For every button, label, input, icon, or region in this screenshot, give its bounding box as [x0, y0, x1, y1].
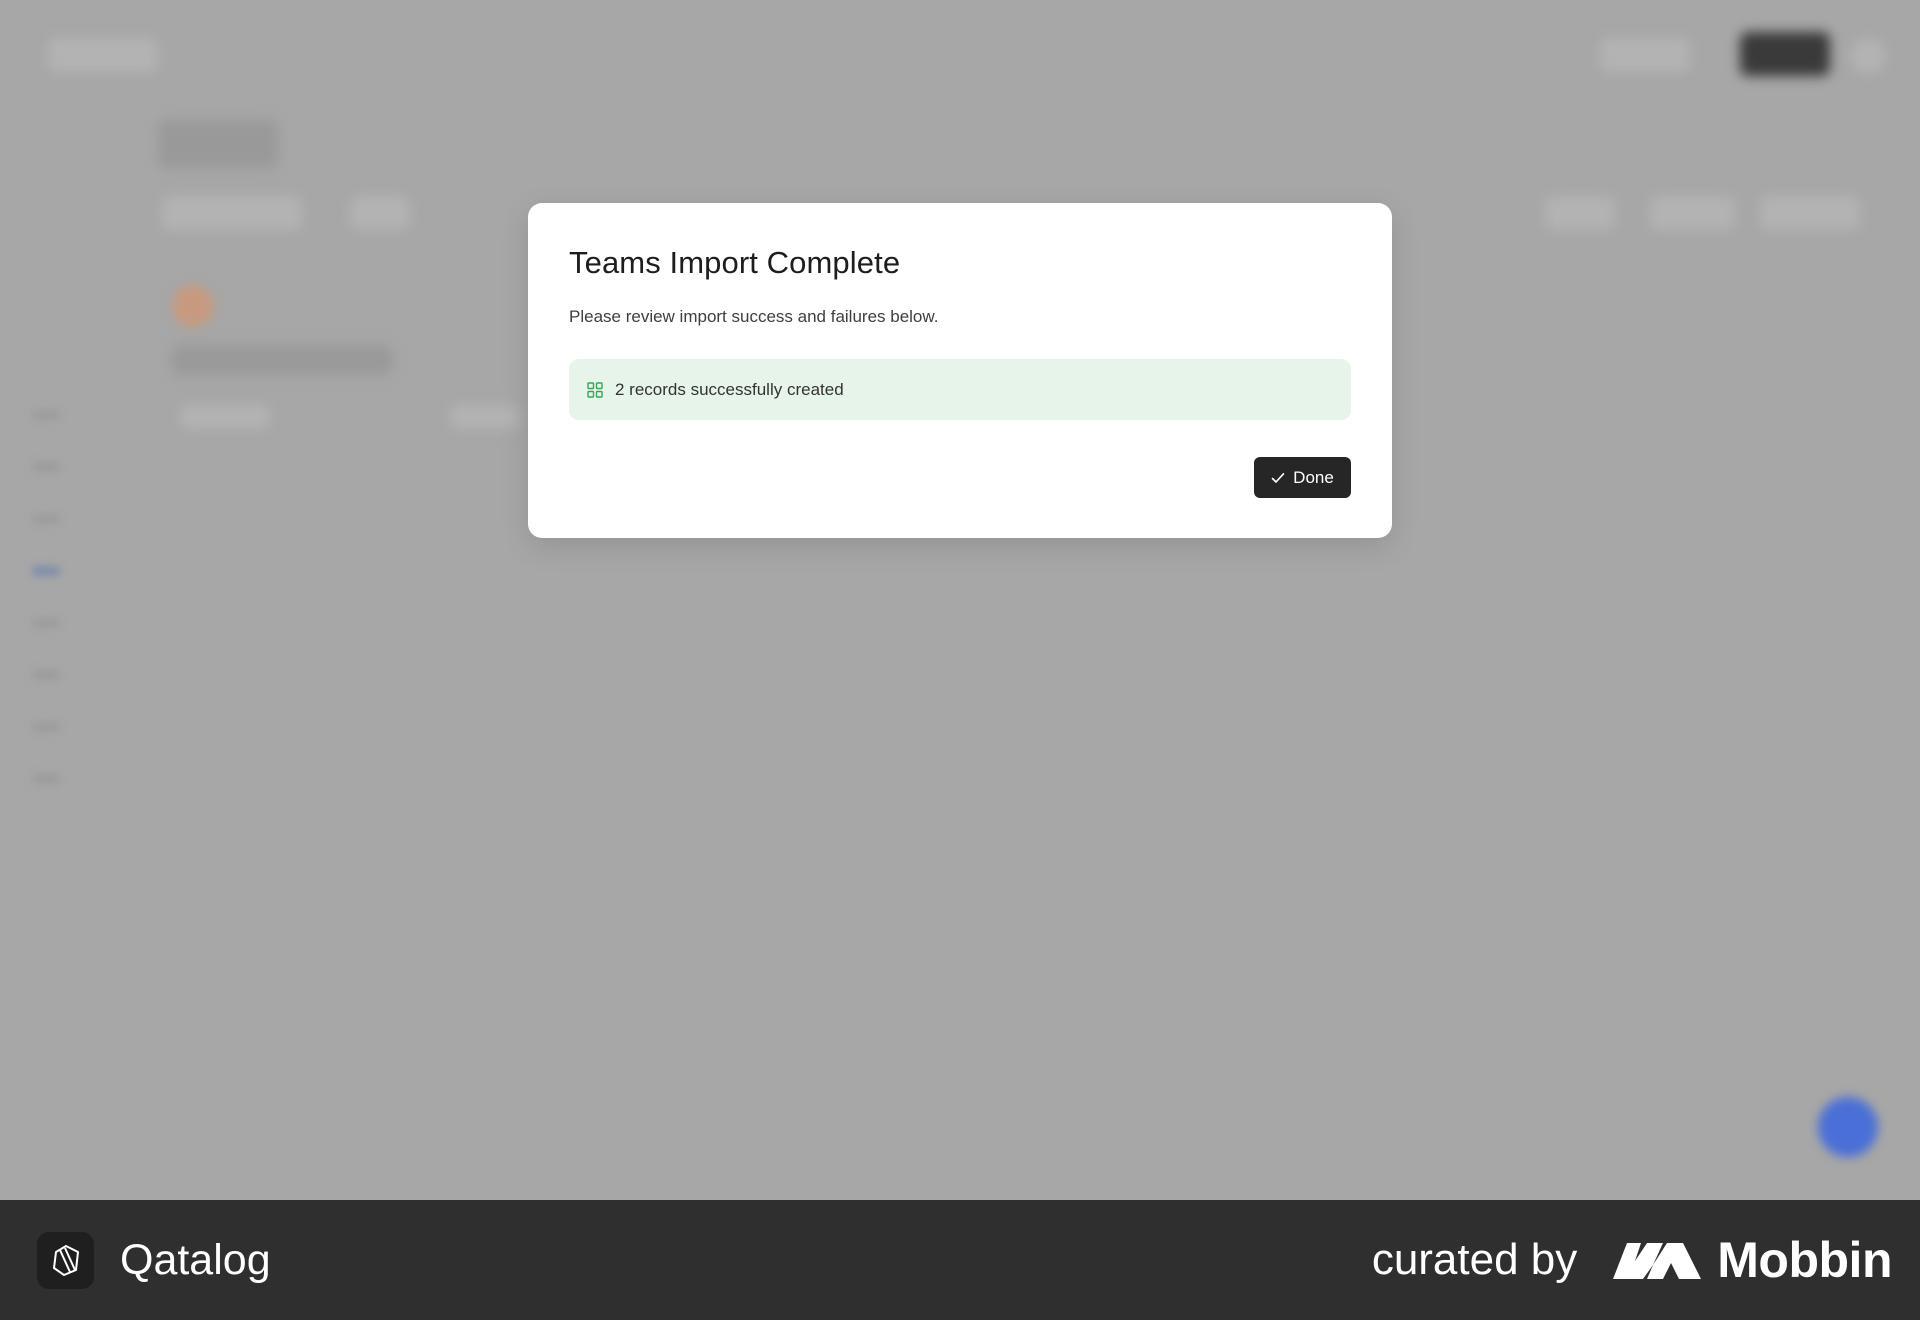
bg-sidebar-item	[32, 410, 60, 420]
bg-team-meta	[180, 405, 270, 429]
footer-bar: Qatalog curated by Mobbin	[0, 1200, 1920, 1320]
curator-brand: curated by Mobbin	[1371, 1231, 1893, 1289]
brand-name: Mobbin	[1717, 1232, 1892, 1288]
bg-sidebar-item	[32, 462, 60, 472]
bg-help-fab	[1818, 1097, 1878, 1157]
bg-page-title	[158, 120, 278, 168]
bg-back-button	[48, 38, 158, 72]
blurred-background-app	[0, 0, 1920, 1200]
mobbin-logo-icon	[1613, 1239, 1702, 1281]
bg-sidebar-item	[32, 514, 60, 524]
bg-team-avatar	[172, 285, 214, 327]
check-icon	[1271, 472, 1285, 484]
bg-sidebar-item	[32, 670, 60, 680]
bg-action-3	[1760, 196, 1860, 230]
success-banner: 2 records successfully created	[569, 359, 1351, 420]
qatalog-logo-icon	[37, 1231, 94, 1289]
bg-header-button	[1600, 38, 1690, 72]
bg-sidebar-item-active	[32, 566, 60, 576]
bg-sidebar-item	[32, 618, 60, 628]
done-button[interactable]: Done	[1254, 457, 1351, 498]
import-complete-dialog: Teams Import Complete Please review impo…	[528, 203, 1392, 538]
bg-filter-button	[162, 196, 302, 230]
success-message: 2 records successfully created	[615, 379, 844, 399]
bg-sidebar-item	[32, 722, 60, 732]
bg-team-meta-2	[450, 405, 520, 429]
bg-team-name	[172, 345, 392, 375]
dialog-subtitle: Please review import success and failure…	[569, 307, 939, 326]
bg-sidebar-item	[32, 774, 60, 784]
bg-primary-button	[1740, 32, 1830, 76]
done-button-label: Done	[1293, 467, 1334, 487]
app-brand: Qatalog	[37, 1231, 271, 1289]
bg-user-avatar	[1850, 38, 1886, 74]
bg-action-2	[1650, 196, 1735, 230]
bg-action-1	[1545, 196, 1615, 230]
curated-by-label: curated by	[1371, 1235, 1578, 1284]
app-name: Qatalog	[120, 1235, 271, 1284]
bg-filter-chip	[350, 196, 410, 230]
dialog-title: Teams Import Complete	[569, 245, 901, 280]
grid-icon	[587, 381, 603, 398]
